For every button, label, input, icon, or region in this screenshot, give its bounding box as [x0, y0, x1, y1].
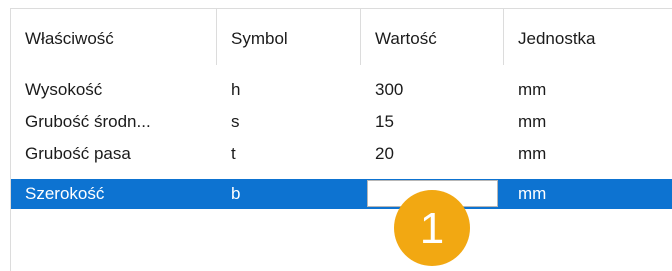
- table-row[interactable]: Grubość pasa t 20 mm: [11, 139, 672, 169]
- property-name: Wysokość: [25, 80, 103, 99]
- table-row[interactable]: Wysokość h 300 mm: [11, 75, 672, 105]
- table-row-selected[interactable]: Szerokość b mm: [11, 179, 672, 209]
- property-name: Grubość środn...: [25, 112, 151, 131]
- property-unit: mm: [518, 80, 547, 99]
- grid-header: Właściwość Symbol Wartość Jednostka: [11, 9, 672, 67]
- property-name: Szerokość: [25, 184, 105, 203]
- column-header-symbol[interactable]: Symbol: [217, 9, 361, 65]
- property-value[interactable]: 300: [361, 75, 504, 105]
- property-symbol: b: [231, 184, 241, 203]
- property-unit: mm: [518, 184, 547, 203]
- property-unit: mm: [518, 112, 547, 131]
- property-value[interactable]: 15: [361, 107, 504, 137]
- property-symbol: t: [231, 144, 236, 163]
- property-unit: mm: [518, 144, 547, 163]
- step-callout-badge: 1: [394, 190, 470, 266]
- property-symbol: h: [231, 80, 241, 99]
- column-header-property[interactable]: Właściwość: [11, 9, 217, 65]
- table-row[interactable]: Grubość środn... s 15 mm: [11, 107, 672, 137]
- property-value[interactable]: 20: [361, 139, 504, 169]
- properties-grid: Właściwość Symbol Wartość Jednostka Wyso…: [10, 8, 672, 271]
- property-name: Grubość pasa: [25, 144, 131, 163]
- column-header-value[interactable]: Wartość: [361, 9, 504, 65]
- property-symbol: s: [231, 112, 240, 131]
- column-header-unit[interactable]: Jednostka: [504, 9, 672, 65]
